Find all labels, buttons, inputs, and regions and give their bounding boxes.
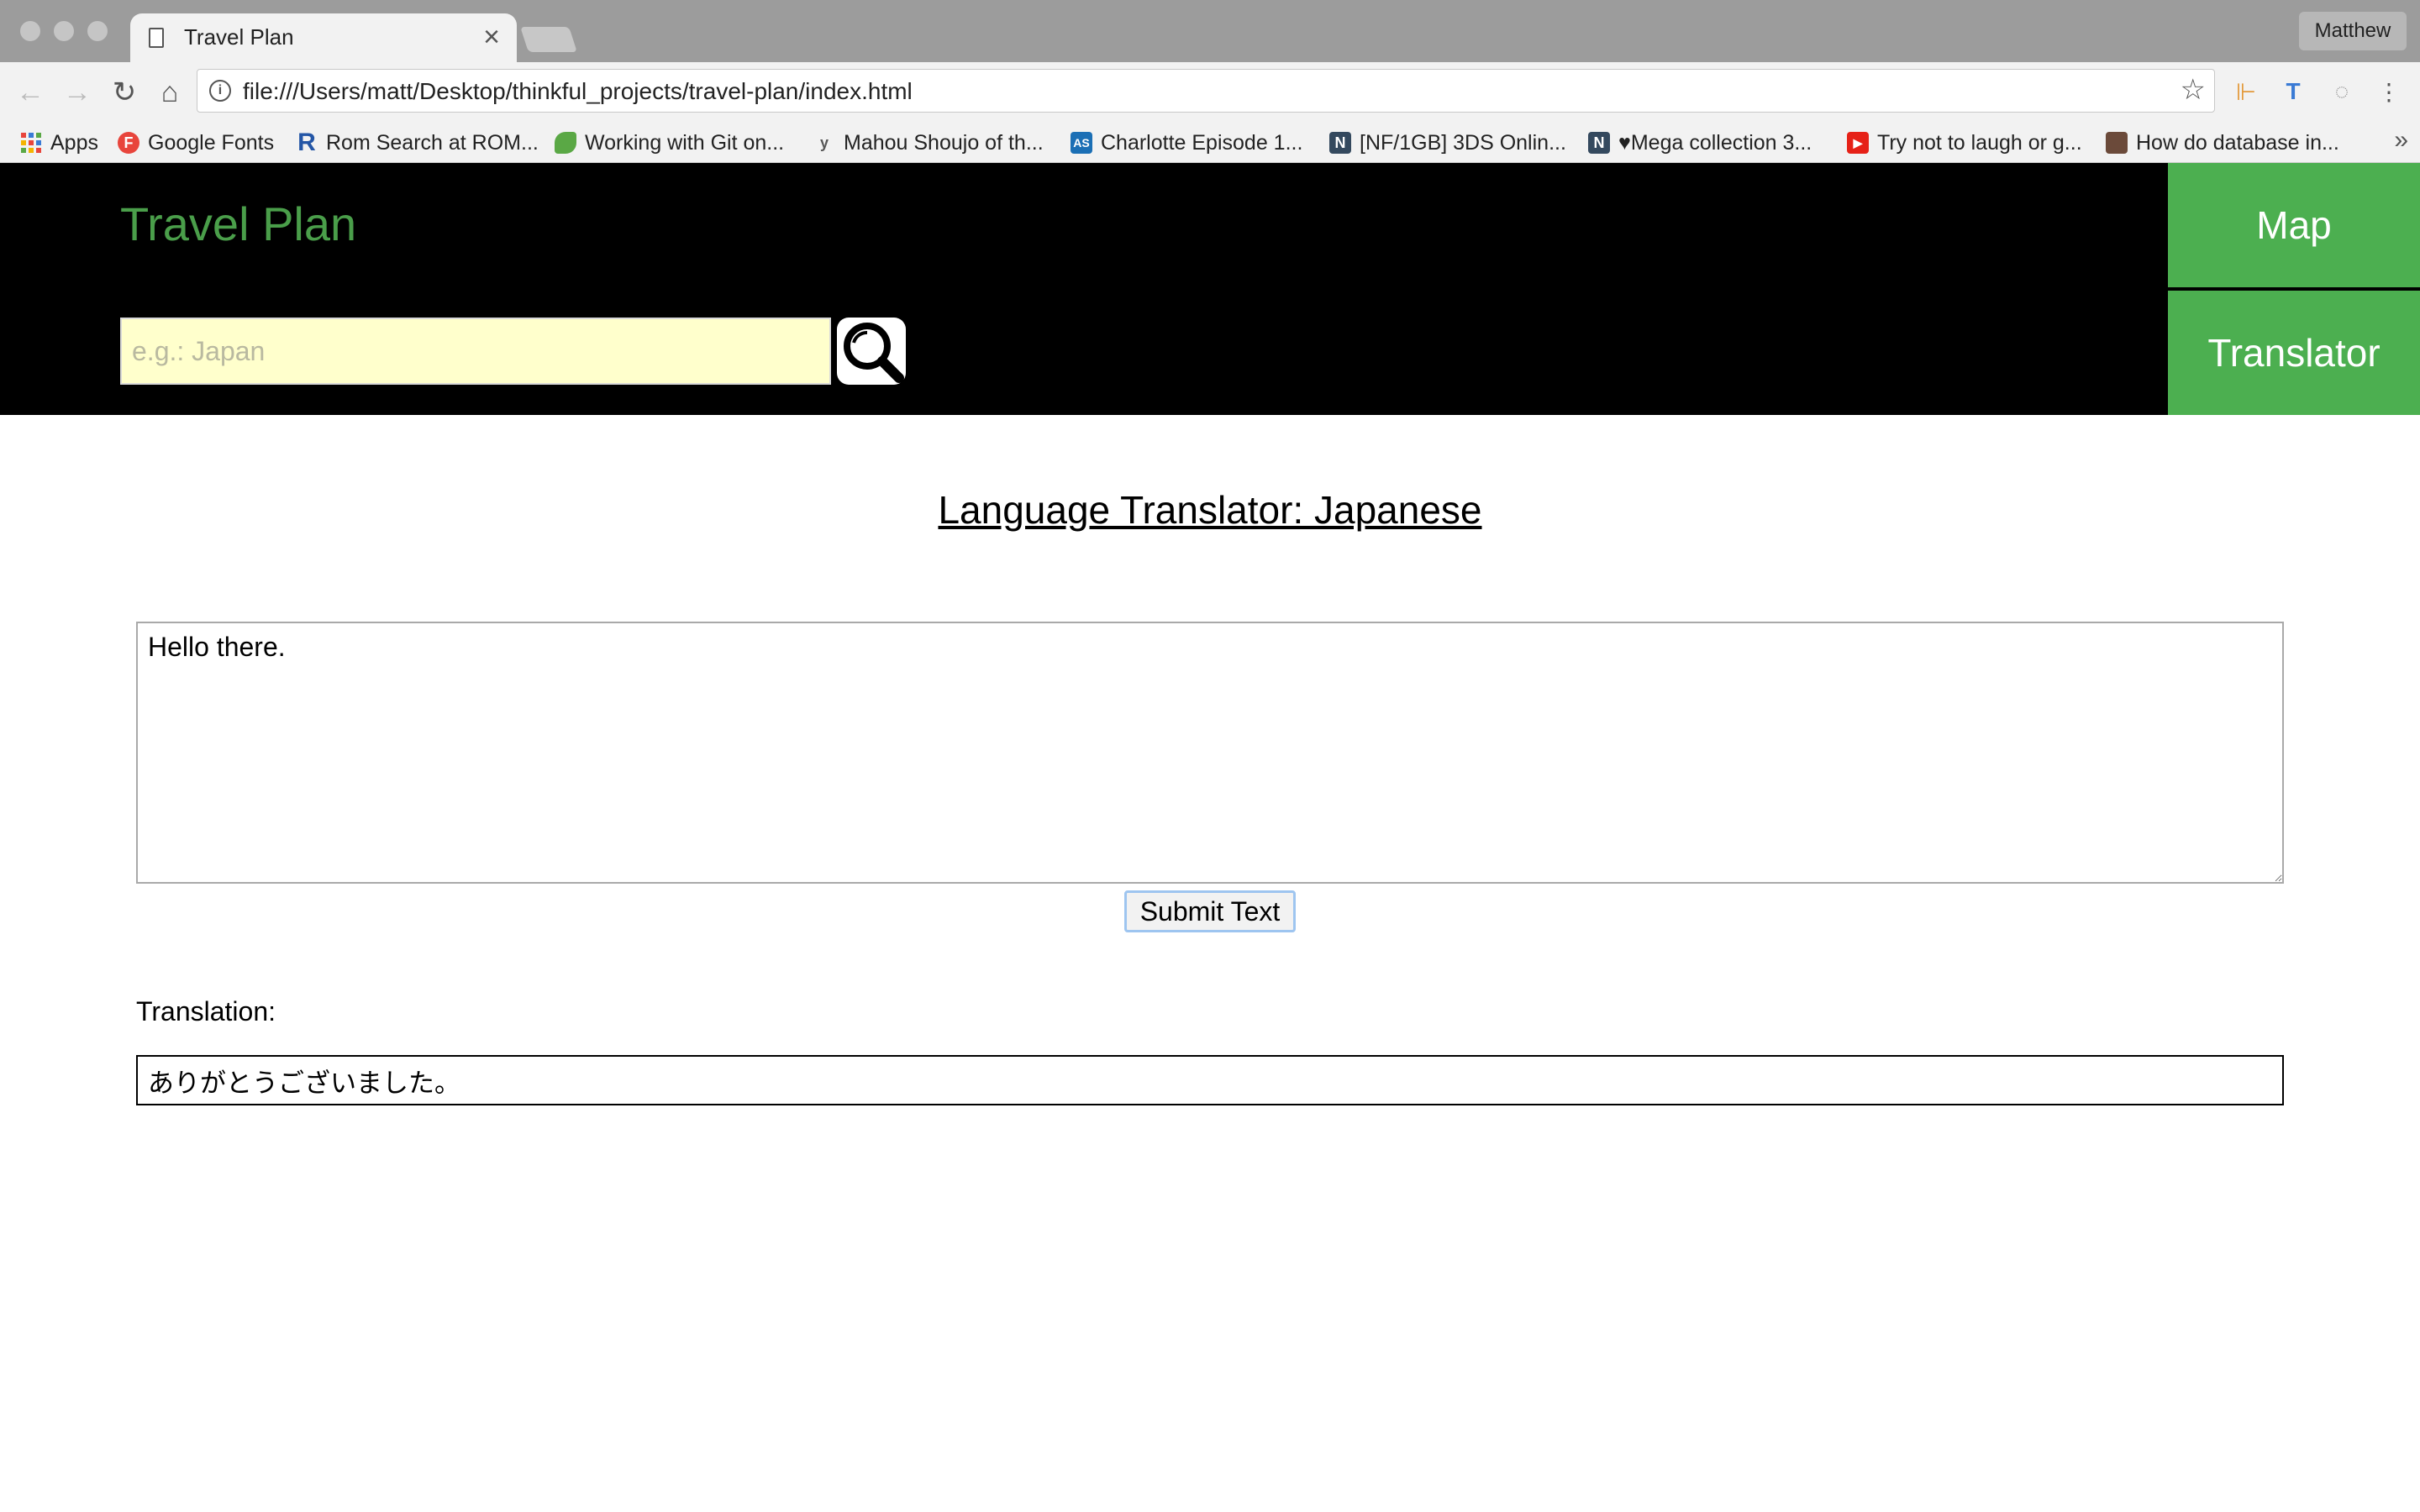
back-arrow-icon[interactable]: ← — [13, 76, 47, 109]
translation-output: ありがとうございました。 — [136, 1055, 2284, 1105]
bookmark-rom-search[interactable]: R Rom Search at ROM... — [296, 123, 539, 163]
site-header: Travel Plan — [0, 163, 2168, 415]
profile-button[interactable]: Matthew — [2299, 12, 2407, 50]
search-input[interactable] — [120, 318, 831, 385]
extension-circle-icon[interactable]: ◌ — [2328, 77, 2356, 106]
bookmark-label: Try not to laugh or g... — [1877, 130, 2082, 155]
bookmark-label: How do database in... — [2136, 130, 2339, 155]
bookmark-label: Charlotte Episode 1... — [1101, 130, 1303, 155]
n-logo-icon: N — [1588, 132, 1610, 154]
bookmark-3ds-online[interactable]: N [NF/1GB] 3DS Onlin... — [1329, 123, 1566, 163]
extension-t-icon[interactable]: T — [2279, 77, 2307, 106]
url-text[interactable]: file:///Users/matt/Desktop/thinkful_proj… — [243, 78, 913, 105]
bookmark-label: Google Fonts — [148, 130, 275, 155]
youtube-play-icon: ▶ — [1847, 132, 1869, 154]
reload-icon[interactable]: ↻ — [108, 76, 141, 109]
translation-label: Translation: — [136, 996, 276, 1026]
leaf-icon — [555, 132, 576, 154]
new-tab-button[interactable] — [520, 27, 577, 52]
forward-arrow-icon[interactable]: → — [60, 76, 94, 109]
bookmark-charlotte[interactable]: AS Charlotte Episode 1... — [1071, 123, 1302, 163]
bookmark-label: Working with Git on... — [585, 130, 785, 155]
star-icon[interactable]: ☆ — [2181, 73, 2206, 107]
page-icon — [149, 28, 164, 48]
window-close-button[interactable] — [20, 21, 40, 41]
extension-ruler-icon[interactable]: ⊩ — [2232, 77, 2260, 106]
site-title: Travel Plan — [120, 197, 357, 250]
address-bar[interactable]: i file:///Users/matt/Desktop/thinkful_pr… — [197, 69, 2215, 113]
apps-grid-icon — [21, 133, 41, 153]
browser-titlebar: Travel Plan × Matthew — [0, 0, 2420, 62]
thumbnail-icon — [2106, 132, 2128, 154]
tab-title: Travel Plan — [184, 24, 294, 50]
rom-r-icon: R — [297, 129, 316, 156]
magnifier-icon — [844, 323, 904, 383]
bookmark-label: Apps — [50, 130, 98, 155]
search-button[interactable] — [837, 318, 906, 385]
browser-tab[interactable]: Travel Plan × — [130, 13, 517, 62]
kebab-menu-icon[interactable]: ⋮ — [2375, 77, 2403, 106]
bookmark-label: Mahou Shoujo of th... — [844, 130, 1044, 155]
window-maximize-button[interactable] — [87, 21, 108, 41]
bookmark-apps[interactable]: Apps — [20, 123, 98, 163]
bookmark-google-fonts[interactable]: F Google Fonts — [118, 123, 274, 163]
bookmarks-bar: Apps F Google Fonts R Rom Search at ROM.… — [0, 123, 2420, 163]
window-minimize-button[interactable] — [54, 21, 74, 41]
nav-map-button[interactable]: Map — [2168, 163, 2420, 287]
info-icon[interactable]: i — [209, 80, 231, 102]
y-logo-icon: y — [819, 134, 829, 151]
bookmark-mahou-shoujo[interactable]: y Mahou Shoujo of th... — [813, 123, 1044, 163]
page-heading: Language Translator: Japanese — [938, 488, 1482, 532]
n-logo-icon: N — [1329, 132, 1351, 154]
bookmark-label: [NF/1GB] 3DS Onlin... — [1360, 130, 1566, 155]
bookmark-mega-collection[interactable]: N ♥Mega collection 3... — [1588, 123, 1812, 163]
nav-translator-button[interactable]: Translator — [2168, 291, 2420, 415]
google-fonts-icon: F — [118, 132, 139, 154]
bookmark-label: ♥Mega collection 3... — [1618, 130, 1812, 155]
bookmark-try-not-to-laugh[interactable]: ▶ Try not to laugh or g... — [1847, 123, 2082, 163]
bookmark-label: Rom Search at ROM... — [326, 130, 539, 155]
as-logo-icon: AS — [1071, 132, 1092, 154]
bookmarks-overflow-icon[interactable]: » — [2394, 126, 2408, 155]
submit-text-button[interactable]: Submit Text — [1124, 890, 1296, 932]
tab-close-icon[interactable]: × — [483, 20, 500, 54]
browser-toolbar: ← → ↻ ⌂ i file:///Users/matt/Desktop/thi… — [0, 62, 2420, 123]
bookmark-working-with-git[interactable]: Working with Git on... — [555, 123, 784, 163]
bookmark-how-do-database[interactable]: How do database in... — [2106, 123, 2339, 163]
source-text-input[interactable]: Hello there. — [136, 622, 2284, 884]
home-icon[interactable]: ⌂ — [153, 76, 187, 109]
